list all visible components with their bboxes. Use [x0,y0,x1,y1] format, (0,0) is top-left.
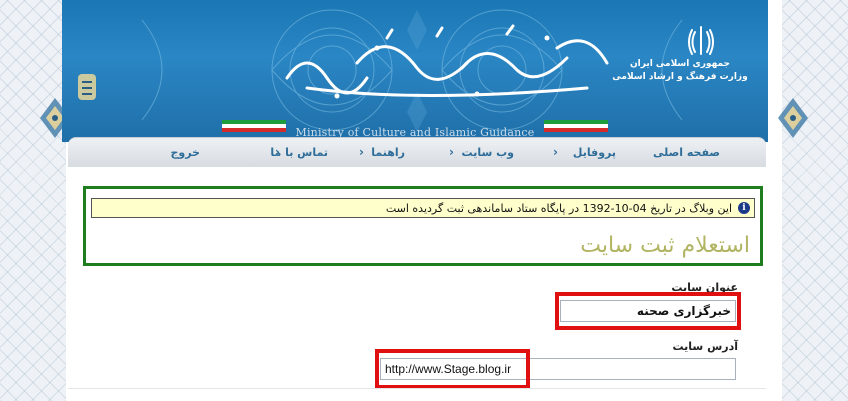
chevron-left-icon: › [449,145,454,159]
site-address-label: آدرس سایت [672,340,738,353]
decorative-logo-icon [78,74,96,100]
divider [68,388,766,389]
notice-bar: i این وبلاگ در تاریخ 04-10-1392 در پایگا… [91,198,755,218]
notice-text: این وبلاگ در تاریخ 04-10-1392 در پایگاه … [385,202,732,215]
info-icon: i [738,202,750,214]
nav-item-profile[interactable]: پروفایل [573,146,616,159]
chevron-left-icon: › [359,145,364,159]
org-line-2: وزارت فرهنگ و ارشاد اسلامی [612,72,748,82]
header-banner: جمهوری اسلامی ایران وزارت فرهنگ و ارشاد … [62,0,768,142]
ministry-name: جمهوری اسلامی ایران وزارت فرهنگ و ارشاد … [610,58,750,84]
ornament-icon [778,98,808,138]
calligraphy-title-image [285,24,609,99]
nav-item-website[interactable]: وب سایت [462,146,514,159]
nav-item-logout[interactable]: خروج [170,146,200,159]
nav-item-home[interactable]: صفحه اصلی [653,146,720,159]
left-pattern-border [0,0,70,401]
chevron-left-icon: › [553,145,558,159]
iran-emblem-icon [688,26,714,55]
site-address-value: http://www.Stage.blog.ir [385,362,512,376]
nav-item-contact[interactable]: تماس با ما [270,146,328,159]
page-title: استعلام ثبت سایت [580,233,750,258]
org-line-1: جمهوری اسلامی ایران [629,59,731,69]
right-pattern-border [778,0,848,401]
registration-status-panel: i این وبلاگ در تاریخ 04-10-1392 در پایگا… [83,186,763,266]
site-title-field[interactable]: خبرگزاری صحنه [560,300,736,322]
nav-item-help[interactable]: راهنما [371,146,405,159]
main-navigation: صفحه اصلی › پروفایل › وب سایت › راهنما ›… [68,137,766,168]
